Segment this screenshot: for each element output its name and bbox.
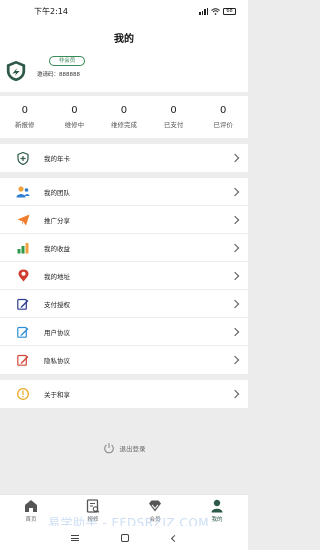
power-icon (103, 443, 114, 454)
tab-label: 我的 (211, 516, 223, 523)
stat-reviewed[interactable]: 0 已评价 (198, 96, 248, 138)
status-time: 下午2:14 (34, 6, 68, 16)
order-stats: 0 新报修 0 维修中 0 维修完成 0 已支付 0 已评价 (0, 96, 248, 138)
menu-item-label: 用户协议 (44, 328, 70, 337)
stat-label: 已支付 (163, 121, 184, 129)
page-title: 我的 (0, 22, 248, 52)
member-badge: 非会员 (49, 56, 85, 66)
menu-item-label: 支付授权 (44, 300, 70, 309)
home-icon (25, 499, 37, 512)
team-icon (16, 185, 30, 199)
menu-item-label: 我的收益 (44, 244, 70, 253)
stat-value: 0 (71, 105, 78, 116)
income-bars-icon (16, 241, 30, 255)
menu-item-privacy-policy[interactable]: 隐私协议 (0, 346, 248, 374)
shield-plus-icon (16, 151, 30, 165)
stat-value: 0 (120, 105, 128, 116)
wifi-icon (211, 7, 220, 15)
home-square-icon[interactable] (121, 534, 130, 542)
repair-report-icon (86, 498, 100, 513)
menu-group-card: 我的年卡 (0, 144, 248, 172)
logout-button[interactable]: 退出登录 (0, 437, 248, 459)
menu-item-annual-card[interactable]: 我的年卡 (0, 144, 248, 172)
menu-item-user-agreement[interactable]: 用户协议 (0, 318, 248, 346)
stat-value: 0 (21, 105, 28, 116)
status-icons: 68 (199, 7, 236, 15)
paper-plane-icon (16, 213, 30, 227)
edit-document-icon (16, 297, 30, 311)
diamond-icon (149, 500, 161, 511)
shield-logo-icon[interactable] (5, 60, 27, 82)
stat-value: 0 (170, 105, 177, 116)
chevron-right-icon (230, 215, 240, 224)
info-icon (16, 387, 30, 401)
chevron-right-icon (230, 355, 240, 365)
chevron-right-icon (230, 389, 240, 399)
menu-icon[interactable] (71, 535, 80, 541)
menu-item-team[interactable]: 我的团队 (0, 178, 248, 206)
stat-value: 0 (219, 105, 227, 116)
stat-label: 新报修 (15, 121, 35, 129)
chevron-right-icon (230, 243, 240, 252)
tab-label: 首页 (25, 516, 37, 523)
status-bar: 下午2:14 68 (0, 0, 248, 22)
chevron-right-icon (230, 271, 240, 280)
battery-icon: 68 (223, 7, 236, 15)
profile-section: 非会员 邀请码：888888 (0, 52, 248, 92)
stat-repair-done[interactable]: 0 维修完成 (99, 96, 149, 138)
stat-repairing[interactable]: 0 维修中 (50, 96, 100, 138)
stat-new-repair[interactable]: 0 新报修 (0, 96, 50, 138)
invite-code: 邀请码：888888 (37, 72, 80, 78)
person-icon (211, 499, 223, 512)
menu-group-about: 关于和享 (0, 380, 248, 408)
menu-item-share[interactable]: 推广分享 (0, 206, 248, 234)
stat-paid[interactable]: 0 已支付 (149, 96, 199, 138)
chevron-right-icon (230, 187, 240, 196)
menu-item-payment-auth[interactable]: 支付授权 (0, 290, 248, 318)
menu-item-income[interactable]: 我的收益 (0, 234, 248, 262)
menu-item-label: 我的团队 (44, 188, 70, 197)
edit-document-icon (16, 325, 30, 339)
menu-group-main: 我的团队 推广分享 我的收益 我的地址 支付授权 用户协议 隐私协议 (0, 178, 248, 374)
chevron-right-icon (230, 327, 240, 336)
menu-item-label: 关于和享 (44, 391, 70, 399)
edit-document-icon (16, 353, 30, 367)
menu-item-label: 隐私协议 (44, 357, 70, 365)
signal-icon (199, 7, 208, 15)
menu-item-label: 推广分享 (44, 216, 70, 225)
menu-item-label: 我的地址 (44, 272, 70, 281)
menu-item-address[interactable]: 我的地址 (0, 262, 248, 290)
stat-label: 已评价 (213, 121, 233, 129)
menu-item-label: 我的年卡 (44, 155, 70, 163)
chevron-right-icon (230, 299, 240, 308)
menu-item-about[interactable]: 关于和享 (0, 380, 248, 408)
back-icon[interactable] (170, 534, 178, 542)
system-nav-bar (0, 526, 248, 550)
chevron-right-icon (230, 153, 240, 163)
location-pin-icon (16, 269, 30, 283)
stat-label: 维修完成 (110, 121, 137, 129)
stat-label: 维修中 (64, 121, 85, 129)
logout-label: 退出登录 (119, 445, 146, 453)
